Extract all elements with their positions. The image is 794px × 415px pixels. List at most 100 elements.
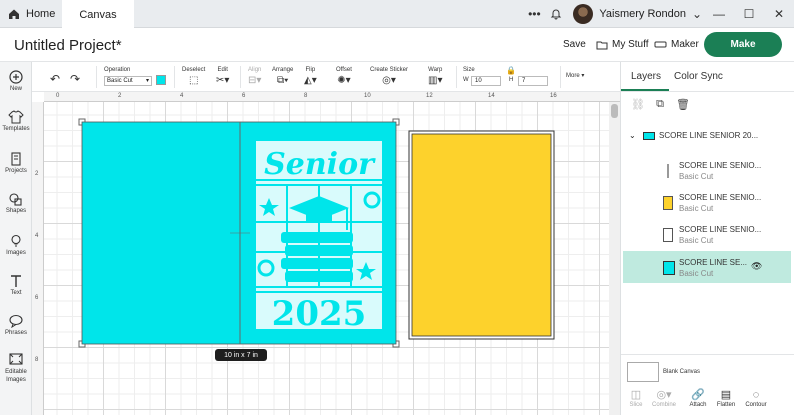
- layer-row[interactable]: SCORE LINE SENIO... Basic Cut: [623, 154, 791, 186]
- maker-label: Maker: [671, 39, 699, 50]
- contour-label: Contour: [745, 402, 767, 408]
- contour-button[interactable]: ◌ Contour: [743, 388, 769, 408]
- align-icon: ⊟▾: [248, 75, 262, 86]
- align-button[interactable]: Align ⊟▾: [248, 67, 261, 87]
- attach-label: Attach: [689, 402, 707, 408]
- toolbar-separator: [240, 66, 241, 88]
- scrollbar-thumb[interactable]: [611, 104, 618, 118]
- sidebar-item-templates[interactable]: Templates: [0, 110, 32, 132]
- canvas-artwork: Senior 2025: [78, 118, 555, 348]
- layers-panel: Layers Color Sync ⛓ ⧉ 🗑 ⌄ SCORE LINE SEN…: [620, 62, 794, 415]
- lock-icon[interactable]: 🔒: [506, 66, 516, 75]
- home-icon: [9, 9, 19, 19]
- arrange-icon: ⧉▾: [277, 75, 289, 86]
- toolbar-separator: [96, 66, 97, 88]
- ruler-label: 4: [180, 93, 184, 99]
- tab-layers[interactable]: Layers: [631, 71, 661, 82]
- ruler-label: 10: [364, 93, 371, 99]
- sidebar-item-projects[interactable]: Projects: [0, 152, 32, 174]
- layer-operation: Basic Cut: [679, 269, 714, 278]
- width-input[interactable]: 10: [471, 76, 501, 86]
- edit-toolbar: ↶ ↷ Operation Basic Cut ▾ Deselect ⬚ Edi…: [32, 62, 620, 92]
- warp-button[interactable]: Warp ▥▾: [428, 67, 442, 87]
- vertical-scrollbar[interactable]: [609, 102, 620, 415]
- my-stuff-button[interactable]: My Stuff: [596, 39, 649, 50]
- more-dots-icon[interactable]: •••: [523, 3, 545, 25]
- size-label: Size: [463, 67, 475, 73]
- deselect-button[interactable]: Deselect ⬚: [182, 67, 205, 87]
- trash-icon[interactable]: 🗑: [676, 98, 690, 112]
- blank-canvas-swatch[interactable]: [627, 362, 659, 382]
- combine-icon: ◎▾: [656, 389, 672, 401]
- canvas-grid[interactable]: Senior 2025: [44, 102, 609, 415]
- duplicate-icon[interactable]: ⧉: [653, 98, 667, 112]
- create-sticker-button[interactable]: Create Sticker ◎▾: [370, 67, 408, 87]
- layer-swatch: [663, 196, 673, 210]
- arrange-button[interactable]: Arrange ⧉▾: [272, 67, 293, 87]
- ruler-label: 6: [242, 93, 246, 99]
- flatten-icon: ▤: [720, 389, 732, 401]
- operation-select[interactable]: Basic Cut ▾: [104, 76, 152, 86]
- undo-icon[interactable]: ↶: [50, 72, 60, 86]
- offset-button[interactable]: Offset ✺▾: [336, 67, 352, 87]
- sidebar-label-templates: Templates: [2, 126, 30, 132]
- user-name[interactable]: Yaismery Rondon: [599, 8, 686, 20]
- ungroup-icon[interactable]: ⛓: [631, 98, 645, 112]
- flatten-button[interactable]: ▤ Flatten: [713, 388, 739, 408]
- edit-button[interactable]: Edit ✂▾: [216, 67, 229, 87]
- sidebar-item-images[interactable]: Images: [0, 234, 32, 256]
- edit-label: Edit: [217, 67, 228, 73]
- make-button[interactable]: Make: [704, 32, 782, 57]
- close-icon[interactable]: ✕: [764, 3, 794, 25]
- create-sticker-label: Create Sticker: [370, 67, 409, 73]
- maker-button[interactable]: Maker: [654, 39, 699, 50]
- tab-canvas[interactable]: Canvas: [62, 0, 134, 29]
- layer-name: SCORE LINE SENIO...: [679, 225, 762, 234]
- sidebar-item-new[interactable]: New: [0, 70, 32, 92]
- ruler-label: 8: [35, 357, 39, 363]
- layer-row-selected[interactable]: SCORE LINE SE... Basic Cut 👁: [623, 251, 791, 283]
- project-title[interactable]: Untitled Project*: [14, 37, 122, 54]
- height-input[interactable]: 7: [518, 76, 548, 86]
- avatar[interactable]: [573, 4, 594, 24]
- redo-icon[interactable]: ↷: [70, 72, 80, 86]
- more-button[interactable]: More ▾: [566, 72, 584, 79]
- eye-icon[interactable]: 👁: [751, 261, 762, 272]
- attach-button[interactable]: 🔗 Attach: [685, 388, 711, 408]
- slice-label: Slice: [629, 402, 643, 408]
- sidebar-item-phrases[interactable]: Phrases: [0, 314, 32, 336]
- slice-button[interactable]: ◫ Slice: [623, 388, 649, 408]
- sidebar-label-text: Text: [10, 290, 22, 296]
- sidebar-label-shapes: Shapes: [5, 208, 27, 214]
- tab-home-label: Home: [26, 8, 56, 20]
- layer-group-row[interactable]: ⌄ SCORE LINE SENIOR 20...: [627, 130, 792, 144]
- save-button[interactable]: Save: [563, 39, 586, 50]
- minimize-icon[interactable]: —: [704, 3, 734, 25]
- maximize-icon[interactable]: ☐: [734, 3, 764, 25]
- chevron-down-icon[interactable]: ⌄: [629, 131, 636, 140]
- height-label: H: [509, 77, 514, 83]
- sidebar-item-shapes[interactable]: Shapes: [0, 192, 32, 214]
- layer-swatch: [667, 164, 669, 178]
- layer-row[interactable]: SCORE LINE SENIO... Basic Cut: [623, 218, 791, 250]
- operation-value: Basic Cut: [107, 78, 133, 84]
- ruler-left: 2 4 6 8: [32, 102, 44, 415]
- operation-color-swatch[interactable]: [156, 75, 166, 85]
- sidebar-item-text[interactable]: Text: [0, 274, 32, 296]
- sidebar-label-projects: Projects: [5, 168, 27, 174]
- bell-icon[interactable]: [545, 3, 567, 25]
- contour-icon: ◌: [752, 389, 760, 401]
- chevron-down-icon: ▾: [145, 78, 149, 84]
- shirt-icon: [8, 110, 24, 124]
- sidebar-label-new: New: [9, 86, 22, 92]
- chevron-down-icon[interactable]: ⌄: [690, 3, 704, 25]
- design-canvas[interactable]: 0 2 4 6 8 10 12 14 16 2 4 6 8 Senior 202…: [32, 92, 620, 415]
- sidebar-item-editable-images[interactable]: Editable Images: [0, 352, 32, 384]
- layer-name: SCORE LINE SENIO...: [679, 161, 762, 170]
- layer-row[interactable]: SCORE LINE SENIO... Basic Cut: [623, 186, 791, 218]
- tab-color-sync[interactable]: Color Sync: [674, 71, 723, 82]
- tab-home[interactable]: Home: [0, 0, 62, 28]
- combine-button[interactable]: ◎▾ Combine: [651, 388, 677, 408]
- layer-operation: Basic Cut: [679, 204, 714, 213]
- flip-button[interactable]: Flip ◭▾: [304, 67, 317, 87]
